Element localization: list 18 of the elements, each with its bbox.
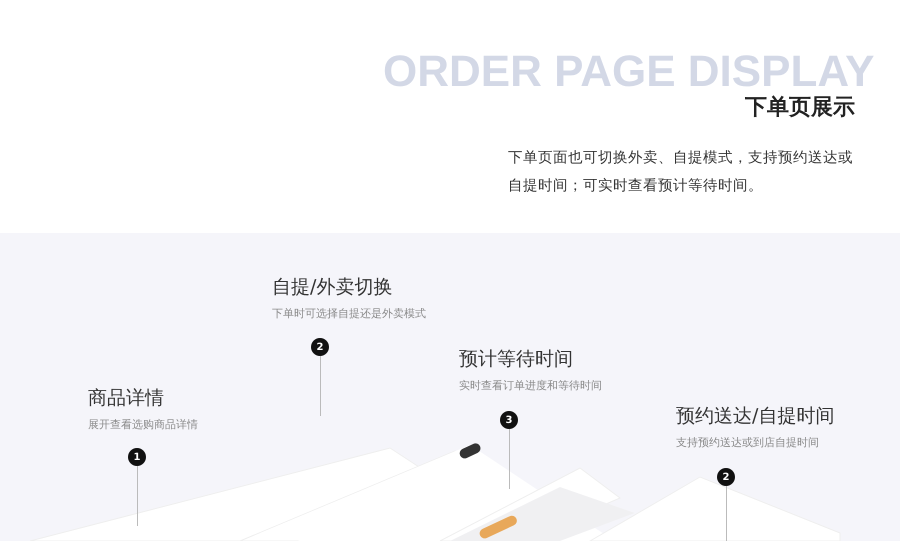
step-marker: 3	[500, 411, 518, 429]
section-title: 下单页展示	[745, 96, 855, 120]
feature-subtitle: 下单时可选择自提还是外卖模式	[272, 306, 426, 321]
feature-subtitle: 展开查看选购商品详情	[88, 417, 198, 432]
feature-title: 预约送达/自提时间	[676, 404, 834, 429]
leader-line	[726, 486, 727, 541]
step-marker: 2	[311, 338, 329, 356]
feature-subtitle: 实时查看订单进度和等待时间	[459, 378, 602, 393]
step-marker: 1	[128, 448, 146, 466]
leader-line	[320, 356, 321, 416]
section-description: 下单页面也可切换外卖、自提模式，支持预约送达或自提时间；可实时查看预计等待时间。	[508, 149, 854, 196]
feature-title: 商品详情	[88, 386, 165, 411]
step-marker: 2	[717, 468, 735, 486]
feature-subtitle: 支持预约送达或到店自提时间	[676, 435, 820, 450]
leader-line	[509, 429, 510, 489]
feature-title: 自提/外卖切换	[272, 275, 394, 300]
feature-title: 预计等待时间	[459, 347, 574, 372]
leader-line	[137, 466, 138, 526]
